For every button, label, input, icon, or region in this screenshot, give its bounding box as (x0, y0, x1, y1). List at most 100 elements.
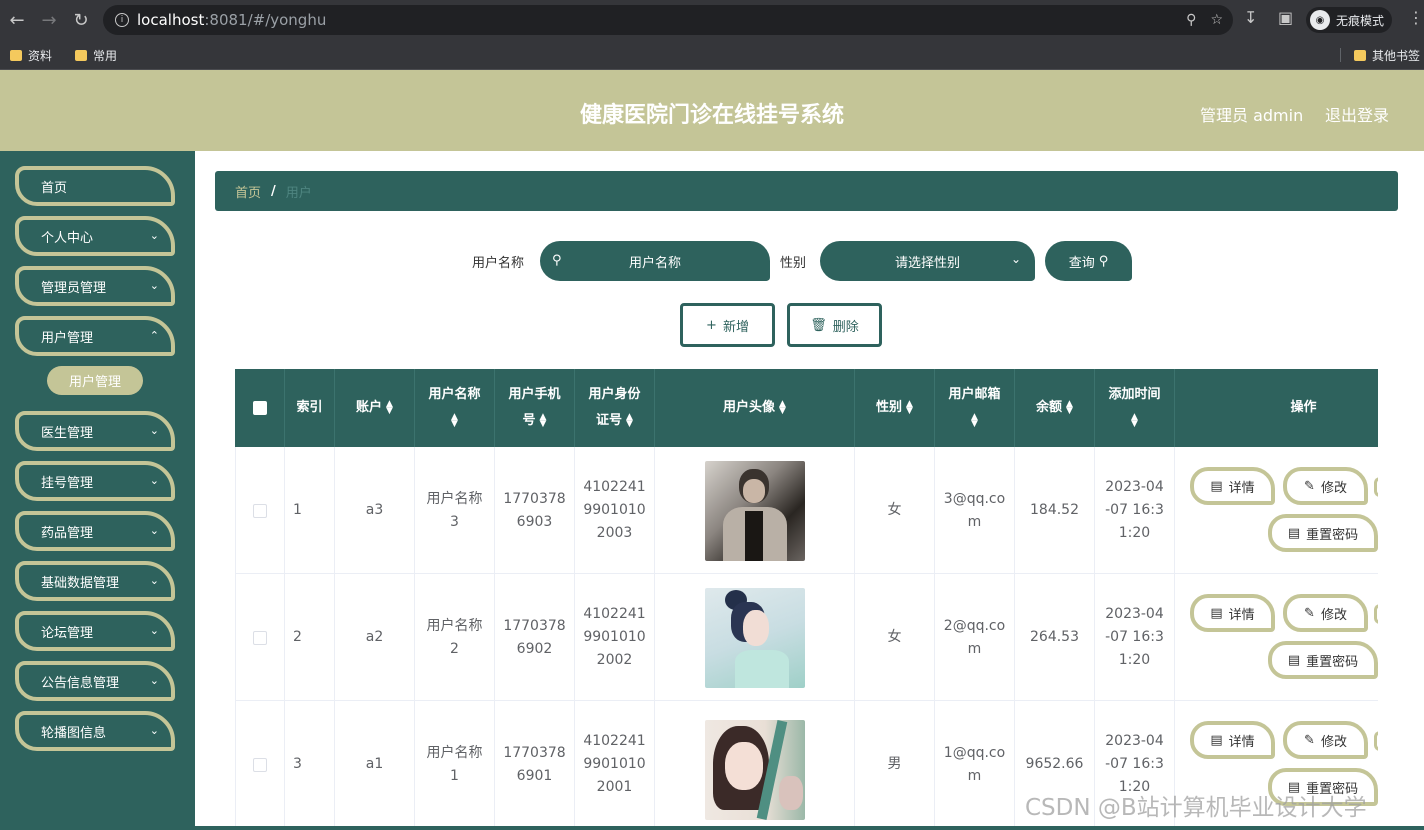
chevron-down-icon: ⌄ (149, 724, 159, 737)
gender-select[interactable]: 请选择性别 ⌄ (820, 241, 1035, 281)
pencil-icon: ✎ (1304, 732, 1315, 748)
col-phone[interactable]: 用户手机号 ▲ ▼ (495, 369, 575, 447)
col-balance[interactable]: 余额 ▲ ▼ (1015, 369, 1095, 447)
chevron-down-icon: ⌄ (1010, 252, 1021, 266)
sort-icon[interactable]: ▲ ▼ (1066, 400, 1073, 416)
cell-username: 用户名称1 (415, 701, 495, 828)
app-header: 健康医院门诊在线挂号系统 管理员 admin 退出登录 (0, 70, 1424, 151)
edit-button[interactable]: ✎ 修改 (1283, 594, 1368, 632)
sidebar-item-doctors[interactable]: 医生管理 ⌄ (15, 411, 175, 451)
sidebar-item-carousel[interactable]: 轮播图信息 ⌄ (15, 711, 175, 751)
sort-icon[interactable]: ▲ ▼ (386, 400, 393, 416)
cell-phone: 17703786903 (495, 447, 575, 574)
back-icon[interactable]: ← (2, 5, 32, 35)
row-select-cell (235, 574, 285, 701)
sort-icon[interactable]: ▲ ▼ (779, 400, 786, 416)
forward-icon[interactable]: → (34, 5, 64, 35)
sidebar-item-medicine[interactable]: 药品管理 ⌄ (15, 511, 175, 551)
delete-button-edge[interactable] (1374, 731, 1378, 751)
incognito-badge[interactable]: ◉ 无痕模式 (1306, 7, 1393, 33)
chevron-up-icon: ⌃ (149, 329, 159, 342)
sidebar-item-admin[interactable]: 管理员管理 ⌄ (15, 266, 175, 306)
detail-button[interactable]: ▤ 详情 (1190, 594, 1275, 632)
reset-password-button[interactable]: ▤ 重置密码 (1268, 641, 1378, 679)
sidebar-item-registration[interactable]: 挂号管理 ⌄ (15, 461, 175, 501)
cell-gender: 女 (855, 447, 935, 574)
col-email[interactable]: 用户邮箱 ▲ ▼ (935, 369, 1015, 447)
row-select-cell (235, 447, 285, 574)
chevron-down-icon: ⌄ (149, 474, 159, 487)
delete-button-edge[interactable] (1374, 477, 1378, 497)
bookmark-folder[interactable]: 常用 (75, 47, 117, 64)
cell-operations (1175, 447, 1378, 574)
detail-button[interactable]: ▤ 详情 (1190, 721, 1275, 759)
add-button[interactable]: + 新增 (680, 303, 775, 347)
sort-icon[interactable]: ▲ ▼ (451, 412, 458, 428)
row-checkbox[interactable] (253, 630, 267, 645)
col-added[interactable]: 添加时间 ▲ ▼ (1095, 369, 1175, 447)
sidebar-subitem-users[interactable]: 用户管理 (47, 366, 143, 395)
sidepanel-icon[interactable]: ▣ (1278, 8, 1293, 27)
users-table: 索引 账户 ▲ ▼ 用户名称 ▲ ▼ 用户手机号 ▲ ▼ 用户身份证号 ▲ ▼ 用户头像 ▲ ▼ 性… (235, 369, 1378, 830)
col-username[interactable]: 用户名称 ▲ ▼ (415, 369, 495, 447)
plus-icon: + (706, 317, 717, 333)
row-checkbox[interactable] (253, 757, 267, 772)
pencil-icon: ✎ (1304, 605, 1315, 621)
row-checkbox[interactable] (253, 503, 267, 518)
select-all-cell (235, 369, 285, 447)
sort-icon[interactable]: ▲ ▼ (971, 412, 978, 428)
breadcrumb-separator: / (271, 183, 276, 199)
query-button[interactable]: 查询 ⚲ (1045, 241, 1132, 281)
chevron-down-icon: ⌄ (149, 524, 159, 537)
cell-added: 2023-04-07 16:31:20 (1095, 447, 1175, 574)
sidebar-item-users[interactable]: 用户管理 ⌃ (15, 316, 175, 356)
delete-button-edge[interactable] (1374, 604, 1378, 624)
sidebar-item-home[interactable]: 首页 (15, 166, 175, 206)
breadcrumb-home[interactable]: 首页 (235, 182, 261, 201)
sort-icon[interactable]: ▲ ▼ (1131, 412, 1138, 428)
col-gender[interactable]: 性别 ▲ ▼ (855, 369, 935, 447)
reload-icon[interactable]: ↻ (66, 5, 96, 35)
avatar[interactable] (704, 460, 805, 561)
cell-added: 2023-04-07 16:31:20 (1095, 574, 1175, 701)
cell-gender: 女 (855, 574, 935, 701)
sort-icon[interactable]: ▲ ▼ (906, 400, 913, 416)
folder-icon (1354, 50, 1366, 61)
address-bar[interactable]: i localhost:8081/#/yonghu ⚲ ☆ (103, 5, 1233, 35)
sidebar-item-profile[interactable]: 个人中心 ⌄ (15, 216, 175, 256)
col-avatar[interactable]: 用户头像 ▲ ▼ (655, 369, 855, 447)
current-user: 管理员 admin (1200, 106, 1304, 125)
avatar[interactable] (704, 587, 805, 688)
detail-button[interactable]: ▤ 详情 (1190, 467, 1275, 505)
sort-icon[interactable]: ▲ ▼ (626, 412, 633, 428)
cell-avatar (655, 574, 855, 701)
cell-balance: 184.52 (1015, 447, 1095, 574)
sort-icon[interactable]: ▲ ▼ (540, 412, 547, 428)
edit-button[interactable]: ✎ 修改 (1283, 467, 1368, 505)
delete-button[interactable]: 🗑 删除 (787, 303, 882, 347)
key-icon[interactable]: ⚲ (1186, 12, 1196, 28)
menu-icon[interactable]: ⋮ (1408, 8, 1424, 27)
other-bookmarks[interactable]: 其他书签 (1354, 47, 1420, 64)
select-all-checkbox[interactable] (252, 401, 267, 415)
star-icon[interactable]: ☆ (1210, 12, 1223, 28)
sidebar-item-forum[interactable]: 论坛管理 ⌄ (15, 611, 175, 651)
col-idcard[interactable]: 用户身份证号 ▲ ▼ (575, 369, 655, 447)
cell-idcard: 410224199010102003 (575, 447, 655, 574)
document-icon: ▤ (1210, 732, 1223, 748)
username-search-input[interactable]: ⚲ 用户名称 (540, 241, 770, 281)
edit-button[interactable]: ✎ 修改 (1283, 721, 1368, 759)
sidebar-item-notice[interactable]: 公告信息管理 ⌄ (15, 661, 175, 701)
avatar[interactable] (704, 719, 805, 820)
table-header: 索引 账户 ▲ ▼ 用户名称 ▲ ▼ 用户手机号 ▲ ▼ 用户身份证号 ▲ ▼ 用户头像 ▲ ▼ 性… (235, 369, 1378, 447)
chevron-down-icon: ⌄ (149, 279, 159, 292)
cell-index: 3 (285, 701, 335, 828)
cell-account: a2 (335, 574, 415, 701)
reset-password-button[interactable]: ▤ 重置密码 (1268, 514, 1378, 552)
bookmark-folder[interactable]: 资料 (10, 47, 52, 64)
sidebar-item-basedata[interactable]: 基础数据管理 ⌄ (15, 561, 175, 601)
download-icon[interactable]: ↧ (1244, 8, 1257, 27)
info-icon[interactable]: i (115, 13, 129, 27)
col-account[interactable]: 账户 ▲ ▼ (335, 369, 415, 447)
logout-link[interactable]: 退出登录 (1325, 102, 1389, 126)
